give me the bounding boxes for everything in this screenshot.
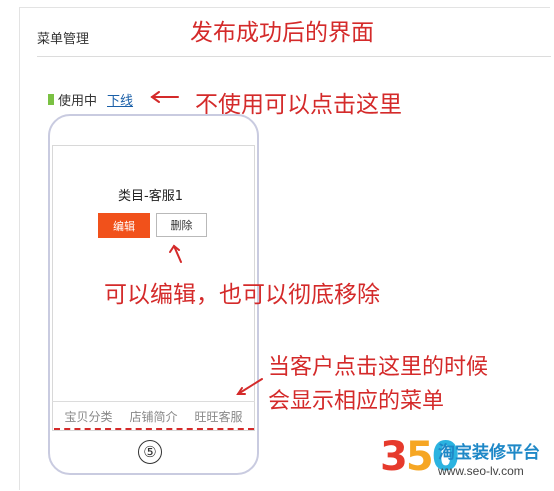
- annotation-edit-delete: 可以编辑，也可以彻底移除: [104, 282, 380, 308]
- menu-item-customer-service[interactable]: 旺旺客服: [194, 408, 242, 425]
- status-label: 使用中: [58, 94, 98, 109]
- edit-button[interactable]: 编辑: [98, 213, 150, 238]
- annotation-menu-line1: 当客户点击这里的时候: [268, 355, 489, 380]
- delete-button[interactable]: 删除: [156, 213, 207, 237]
- status-row: 使用中 下线: [48, 90, 133, 109]
- site-logo: 350 淘宝装修平台 www.seo-lv.com: [380, 434, 550, 486]
- status-dot-icon: [48, 94, 54, 105]
- logo-url: www.seo-lv.com: [438, 464, 524, 478]
- annotation-top: 发布成功后的界面: [190, 20, 374, 46]
- phone-menu-bar: 宝贝分类 店铺简介 旺旺客服: [52, 401, 255, 431]
- menu-highlight-dash: [54, 428, 254, 430]
- panel-title: 菜单管理: [37, 32, 90, 47]
- logo-name: 淘宝装修平台: [438, 443, 540, 463]
- menu-item-categories[interactable]: 宝贝分类: [64, 408, 112, 425]
- offline-link[interactable]: 下线: [107, 90, 133, 109]
- menu-item-shop-intro[interactable]: 店铺简介: [129, 408, 177, 425]
- home-button-icon[interactable]: ⑤: [138, 440, 162, 464]
- divider: [37, 56, 551, 57]
- annotation-menu-line2: 会显示相应的菜单: [268, 389, 445, 414]
- category-title: 类目-客服1: [118, 189, 183, 204]
